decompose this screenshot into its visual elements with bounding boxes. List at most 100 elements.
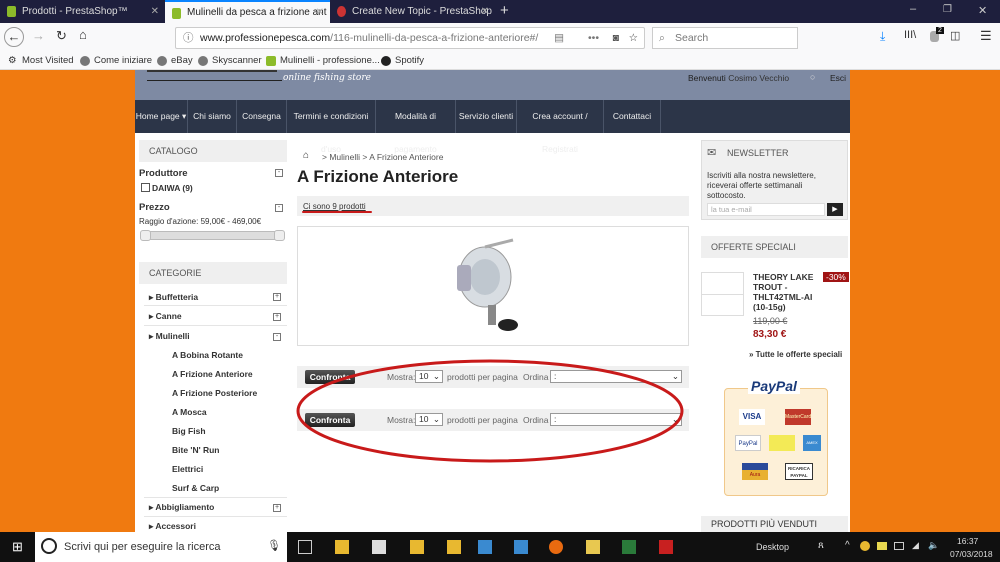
slider-handle-min[interactable] bbox=[140, 230, 151, 241]
mail-icon[interactable] bbox=[586, 540, 600, 554]
minimize-button[interactable]: – bbox=[910, 3, 916, 15]
product-image-box[interactable] bbox=[297, 226, 689, 346]
mastercard-icon: MasterCard bbox=[785, 409, 811, 425]
task-view-icon[interactable] bbox=[298, 540, 312, 554]
subcategory-item[interactable]: Elettrici bbox=[172, 464, 203, 474]
back-button[interactable]: ← bbox=[4, 27, 24, 47]
expand-icon[interactable]: + bbox=[273, 504, 281, 512]
app-icon[interactable] bbox=[478, 540, 492, 554]
people-icon[interactable]: ጸ bbox=[818, 540, 824, 551]
reload-button[interactable]: ↻ bbox=[56, 28, 67, 44]
special-product-image[interactable] bbox=[701, 272, 744, 316]
producer-option[interactable]: DAIWA (9) bbox=[152, 183, 193, 193]
nav-termini[interactable]: Termini e condizioni d'uso bbox=[287, 100, 376, 154]
tray-icon[interactable] bbox=[860, 541, 870, 551]
tray-mail-icon[interactable] bbox=[877, 542, 887, 550]
close-tab-icon[interactable]: ✕ bbox=[151, 0, 159, 23]
bookmark-mulinelli[interactable]: Mulinelli - professione... bbox=[266, 53, 380, 69]
pocket-icon[interactable]: ◙ bbox=[613, 28, 619, 48]
breadcrumb-mulinelli[interactable]: Mulinelli bbox=[329, 152, 360, 162]
expand-icon[interactable]: + bbox=[273, 293, 281, 301]
logo[interactable] bbox=[147, 70, 277, 72]
newsletter-submit-button[interactable]: ▶ bbox=[827, 203, 843, 216]
home-breadcrumb-icon[interactable]: ⌂ bbox=[303, 150, 309, 161]
nav-chi-siamo[interactable]: Chi siamo bbox=[188, 100, 237, 133]
subcategory-item[interactable]: A Frizione Posteriore bbox=[172, 388, 257, 398]
folder-icon[interactable] bbox=[410, 540, 424, 554]
tab-create-topic[interactable]: Create New Topic - PrestaShop ✕ bbox=[330, 0, 495, 23]
clock-time[interactable]: 16:37 bbox=[957, 536, 978, 546]
sidebar-icon[interactable]: ◫ bbox=[950, 29, 960, 42]
daiwa-checkbox[interactable] bbox=[141, 183, 150, 192]
url-bar[interactable]: ⓘ www.professionepesca.com/116-mulinelli-… bbox=[175, 27, 645, 49]
nav-pagamento[interactable]: Modalità di pagamento bbox=[376, 100, 456, 154]
subcategory-item[interactable]: A Mosca bbox=[172, 407, 207, 417]
subcategory-item[interactable]: Surf & Carp bbox=[172, 483, 219, 493]
folder-icon[interactable] bbox=[447, 540, 461, 554]
category-mulinelli[interactable]: ▸ Mulinelli bbox=[149, 331, 190, 342]
search-input[interactable]: ⌕ Search bbox=[652, 27, 798, 49]
file-explorer-icon[interactable] bbox=[335, 540, 349, 554]
home-button[interactable]: ⌂ bbox=[79, 27, 87, 42]
nav-consegna[interactable]: Consegna bbox=[237, 100, 287, 133]
show-hidden-icons[interactable]: ^ bbox=[845, 540, 850, 551]
tab-mulinelli[interactable]: Mulinelli da pesca a frizione ant ✕ bbox=[165, 0, 330, 23]
logout-link[interactable]: Esci bbox=[830, 73, 846, 83]
network-icon[interactable]: ◢ bbox=[912, 540, 919, 551]
newsletter-email-input[interactable]: la tua e-mail bbox=[707, 203, 825, 216]
library-icon[interactable]: III\ bbox=[904, 29, 916, 41]
subcategory-item[interactable]: Bite 'N' Run bbox=[172, 445, 220, 455]
collapse-icon[interactable]: - bbox=[275, 169, 283, 177]
windows-start-icon[interactable]: ⊞ bbox=[12, 539, 23, 555]
nav-contattaci[interactable]: Contattaci bbox=[604, 100, 661, 133]
microphone-icon[interactable]: 🎙 bbox=[267, 539, 281, 552]
taskbar-search[interactable]: Scrivi qui per eseguire la ricerca 🎙 bbox=[35, 532, 287, 562]
paypal-box[interactable]: PayPal VISA MasterCard PayPal AMEX Aura … bbox=[724, 378, 828, 496]
subcategory-item[interactable]: A Bobina Rotante bbox=[172, 350, 243, 360]
nav-servizio-clienti[interactable]: Servizio clienti bbox=[456, 100, 517, 133]
subcategory-item[interactable]: Big Fish bbox=[172, 426, 206, 436]
paypal-card-icon: PayPal bbox=[735, 435, 761, 451]
app-icon[interactable] bbox=[514, 540, 528, 554]
expand-icon[interactable]: + bbox=[273, 313, 281, 321]
collapse-icon[interactable]: - bbox=[275, 204, 283, 212]
price-slider[interactable] bbox=[140, 230, 285, 241]
slider-handle-max[interactable] bbox=[274, 230, 285, 241]
new-tab-button[interactable]: + bbox=[500, 2, 509, 19]
desktop-toolbar[interactable]: Desktop bbox=[756, 542, 789, 552]
excel-icon[interactable] bbox=[622, 540, 636, 554]
bookmark-spotify[interactable]: Spotify bbox=[381, 53, 424, 69]
firefox-icon[interactable] bbox=[549, 540, 563, 554]
tray-icon[interactable] bbox=[894, 542, 904, 550]
more-actions-icon[interactable]: ••• bbox=[588, 28, 599, 48]
all-specials-link[interactable]: » Tutte le offerte speciali bbox=[749, 350, 842, 359]
category-buffetteria[interactable]: ▸ Buffetteria bbox=[149, 292, 198, 303]
acrobat-icon[interactable] bbox=[659, 540, 673, 554]
product-count: Ci sono 9 prodotti bbox=[303, 202, 366, 211]
nav-registrati[interactable]: Crea account / Registrati bbox=[517, 100, 604, 154]
download-icon[interactable]: ⤓ bbox=[880, 29, 885, 44]
clock-date[interactable]: 07/03/2018 bbox=[950, 549, 993, 559]
close-tab-icon[interactable]: ✕ bbox=[481, 0, 489, 23]
menu-icon[interactable]: ☰ bbox=[980, 28, 992, 44]
volume-icon[interactable]: 🔈 bbox=[928, 540, 939, 551]
bookmark-ebay[interactable]: eBay bbox=[157, 53, 193, 69]
subcategory-item[interactable]: A Frizione Anteriore bbox=[172, 369, 253, 379]
bookmark-star-icon[interactable]: ☆ bbox=[629, 28, 638, 48]
collapse-icon[interactable]: - bbox=[273, 333, 281, 341]
bookmark-come-iniziare[interactable]: Come iniziare bbox=[80, 53, 152, 69]
close-tab-icon[interactable]: ✕ bbox=[316, 2, 324, 23]
close-window-button[interactable]: ✕ bbox=[978, 4, 987, 17]
bookmark-most-visited[interactable]: ⚙ Most Visited bbox=[8, 53, 74, 69]
store-icon[interactable] bbox=[372, 540, 386, 554]
restore-button[interactable]: ❐ bbox=[943, 4, 952, 15]
tab-prodotti[interactable]: Prodotti - PrestaShop™ ✕ bbox=[0, 0, 165, 23]
category-canne[interactable]: ▸ Canne bbox=[149, 311, 182, 322]
bookmark-skyscanner[interactable]: Skyscanner bbox=[198, 53, 262, 69]
category-accessori[interactable]: ▸ Accessori bbox=[149, 521, 196, 532]
reader-view-icon[interactable]: ▤ bbox=[554, 28, 564, 48]
special-product-name[interactable]: THEORY LAKE TROUT - THLT42TML-AI (10-15g… bbox=[753, 272, 821, 312]
nav-home[interactable]: Home page ▾ bbox=[135, 100, 188, 133]
category-abbigliamento[interactable]: ▸ Abbigliamento bbox=[149, 502, 214, 513]
forward-button[interactable]: → bbox=[32, 28, 45, 43]
